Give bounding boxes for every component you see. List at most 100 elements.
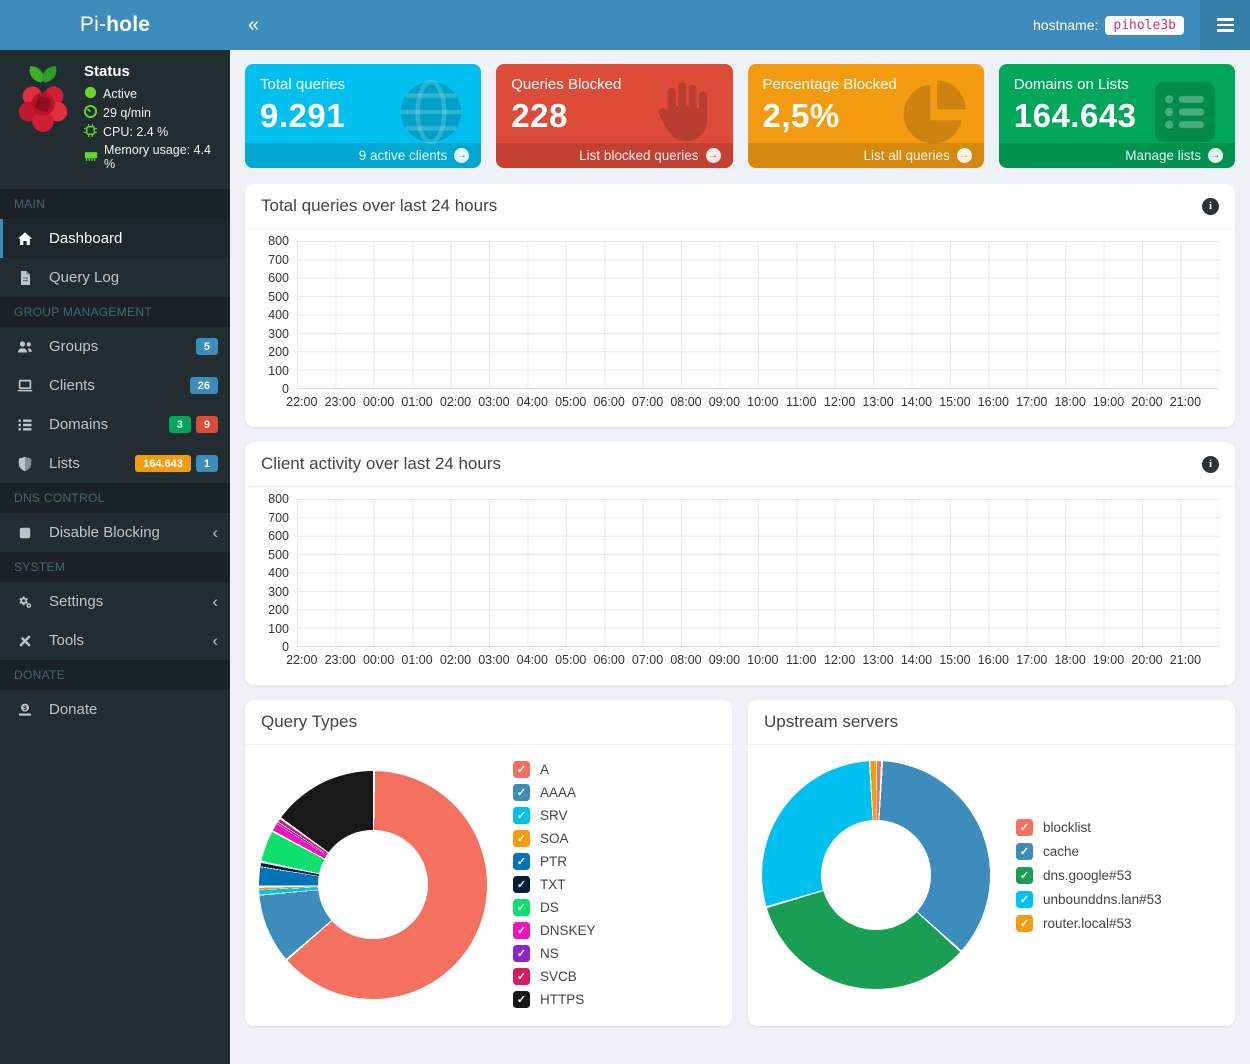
y-tick-label: 100 xyxy=(268,364,289,378)
main-content: Total queries9.2919 active clients→Queri… xyxy=(230,50,1250,1036)
brand-light: Pi- xyxy=(80,13,106,37)
legend-item-blocklist[interactable]: ✓blocklist xyxy=(1016,819,1162,836)
total-queries-panel: Total queries over last 24 hours i 80070… xyxy=(245,184,1235,427)
sidebar-item-lists[interactable]: Lists164.6431 xyxy=(0,444,230,483)
card-value: 228 xyxy=(511,97,717,135)
upstream-servers-panel-title: Upstream servers xyxy=(764,712,898,732)
upstream-servers-panel: Upstream servers ✓blocklist ✓cache ✓dns.go… xyxy=(748,700,1235,1026)
sidebar-item-tools[interactable]: Tools‹ xyxy=(0,621,230,660)
checkbox-checked-icon[interactable]: ✓ xyxy=(1016,891,1033,908)
legend-label: SOA xyxy=(540,831,569,846)
legend-item-dnskey[interactable]: ✓DNSKEY xyxy=(513,922,596,939)
x-tick-label: 00:00 xyxy=(363,653,394,667)
x-tick-label: 07:00 xyxy=(632,395,663,409)
arrow-circle-right-icon: → xyxy=(706,148,721,163)
sidebar-item-dashboard[interactable]: Dashboard xyxy=(0,219,230,258)
x-tick-label: 15:00 xyxy=(939,395,970,409)
card-footer-link[interactable]: 9 active clients→ xyxy=(245,143,481,168)
x-tick-label: 04:00 xyxy=(517,395,548,409)
query-log-icon xyxy=(17,270,37,286)
legend-item-srv[interactable]: ✓SRV xyxy=(513,807,596,824)
legend-item-cache[interactable]: ✓cache xyxy=(1016,843,1162,860)
x-tick-label: 18:00 xyxy=(1054,395,1085,409)
cpu-icon xyxy=(84,124,97,140)
checkbox-checked-icon[interactable]: ✓ xyxy=(513,922,530,939)
card-footer-link[interactable]: List all queries→ xyxy=(748,143,984,168)
legend-item-txt[interactable]: ✓TXT xyxy=(513,876,596,893)
status-item-label: CPU: 2.4 % xyxy=(103,125,168,139)
gauge-icon xyxy=(84,105,97,121)
sidebar-item-settings[interactable]: Settings‹ xyxy=(0,582,230,621)
legend-item-ns[interactable]: ✓NS xyxy=(513,945,596,962)
x-tick-label: 16:00 xyxy=(978,653,1009,667)
x-tick-label: 03:00 xyxy=(478,653,509,667)
checkbox-checked-icon[interactable]: ✓ xyxy=(513,991,530,1008)
hamburger-menu-icon[interactable] xyxy=(1200,0,1250,50)
checkbox-checked-icon[interactable]: ✓ xyxy=(513,876,530,893)
checkbox-checked-icon[interactable]: ✓ xyxy=(513,853,530,870)
card-footer-label: List all queries xyxy=(863,148,949,163)
doughnut-chart[interactable] xyxy=(762,761,990,989)
checkbox-checked-icon[interactable]: ✓ xyxy=(513,807,530,824)
badge-group: 39 xyxy=(169,416,218,433)
x-tick-label: 12:00 xyxy=(824,653,855,667)
legend-item-svcb[interactable]: ✓SVCB xyxy=(513,968,596,985)
sidebar-item-label: Disable Blocking xyxy=(49,524,160,541)
y-tick-label: 700 xyxy=(268,511,289,525)
legend-item-ptr[interactable]: ✓ PTR xyxy=(513,853,596,870)
checkbox-checked-icon[interactable]: ✓ xyxy=(513,968,530,985)
x-tick-label: 04:00 xyxy=(517,653,548,667)
doughnut-hole xyxy=(318,830,427,939)
pihole-logo xyxy=(12,63,74,174)
plot-area xyxy=(297,241,1219,389)
checkbox-checked-icon[interactable]: ✓ xyxy=(513,761,530,778)
y-tick-label: 200 xyxy=(268,603,289,617)
sidebar-item-clients[interactable]: Clients26 xyxy=(0,366,230,405)
card-total-queries: Total queries9.2919 active clients→ xyxy=(245,64,481,168)
legend-item-ds[interactable]: ✓DS xyxy=(513,899,596,916)
x-tick-label: 23:00 xyxy=(325,395,356,409)
hostname-label: hostname: xyxy=(1033,17,1098,33)
checkbox-checked-icon[interactable]: ✓ xyxy=(513,784,530,801)
x-tick-label: 02:00 xyxy=(440,653,471,667)
legend-item-https[interactable]: ✓HTTPS xyxy=(513,991,596,1008)
sidebar-item-query-log[interactable]: Query Log xyxy=(0,258,230,297)
legend-item-soa[interactable]: ✓ SOA xyxy=(513,830,596,847)
checkbox-checked-icon[interactable]: ✓ xyxy=(513,899,530,916)
x-tick-label: 11:00 xyxy=(786,653,816,667)
hostname-display: hostname: pihole3b xyxy=(1033,16,1200,35)
checkbox-checked-icon[interactable]: ✓ xyxy=(1016,915,1033,932)
checkbox-checked-icon[interactable]: ✓ xyxy=(1016,843,1033,860)
card-footer-link[interactable]: Manage lists→ xyxy=(999,143,1235,168)
legend-item-a[interactable]: ✓A xyxy=(513,761,596,778)
checkbox-checked-icon[interactable]: ✓ xyxy=(513,945,530,962)
legend-label: PTR xyxy=(540,854,567,869)
app-brand[interactable]: Pi-hole xyxy=(0,0,230,50)
card-queries-blocked: Queries Blocked228List blocked queries→ xyxy=(496,64,732,168)
sidebar-item-groups[interactable]: Groups5 xyxy=(0,327,230,366)
checkbox-checked-icon[interactable]: ✓ xyxy=(1016,819,1033,836)
legend-item-dns-google-53[interactable]: ✓dns.google#53 xyxy=(1016,867,1162,884)
sidebar-section-label: GROUP MANAGEMENT xyxy=(0,297,230,327)
card-footer-link[interactable]: List blocked queries→ xyxy=(496,143,732,168)
x-tick-label: 15:00 xyxy=(939,653,970,667)
checkbox-checked-icon[interactable]: ✓ xyxy=(1016,867,1033,884)
x-tick-label: 03:00 xyxy=(478,395,509,409)
x-tick-label: 10:00 xyxy=(747,653,778,667)
x-tick-label: 19:00 xyxy=(1093,395,1124,409)
info-icon[interactable]: i xyxy=(1202,198,1219,215)
checkbox-checked-icon[interactable]: ✓ xyxy=(513,830,530,847)
doughnut-chart[interactable] xyxy=(259,771,487,999)
y-tick-label: 600 xyxy=(268,271,289,285)
legend-item-unbounddns-lan-53[interactable]: ✓unbounddns.lan#53 xyxy=(1016,891,1162,908)
sidebar-item-disable-blocking[interactable]: Disable Blocking‹ xyxy=(0,513,230,552)
legend-item-aaaa[interactable]: ✓AAAA xyxy=(513,784,596,801)
legend-item-router-local-53[interactable]: ✓router.local#53 xyxy=(1016,915,1162,932)
sidebar-item-donate[interactable]: $Donate xyxy=(0,690,230,729)
sidebar-item-label: Domains xyxy=(49,416,108,433)
x-tick-label: 11:00 xyxy=(786,395,816,409)
info-icon[interactable]: i xyxy=(1202,456,1219,473)
badge-group: 164.6431 xyxy=(135,455,218,472)
sidebar-collapse-icon[interactable]: « xyxy=(230,14,277,37)
sidebar-item-domains[interactable]: Domains 39 xyxy=(0,405,230,444)
